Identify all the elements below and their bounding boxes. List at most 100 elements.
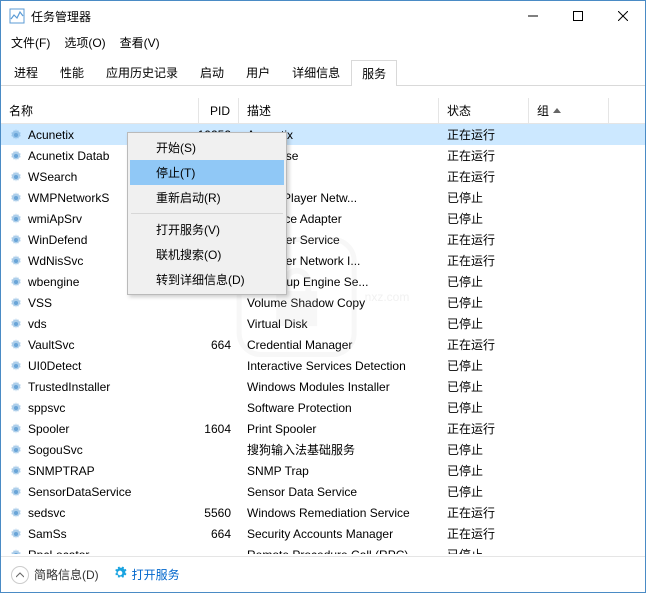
col-pid[interactable]: PID: [199, 98, 239, 123]
tab-users[interactable]: 用户: [235, 59, 281, 85]
menu-view[interactable]: 查看(V): [114, 32, 166, 53]
ctx-start[interactable]: 开始(S): [130, 135, 284, 160]
ctx-detail[interactable]: 转到详细信息(D): [130, 267, 284, 292]
gear-icon: [9, 317, 23, 331]
table-row[interactable]: Spooler1604Print Spooler正在运行: [1, 418, 645, 439]
brief-info-label: 简略信息(D): [34, 566, 99, 583]
table-row[interactable]: TrustedInstallerWindows Modules Installe…: [1, 376, 645, 397]
cell-pid: [199, 460, 239, 481]
cell-status: 正在运行: [439, 166, 529, 187]
cell-desc: Credential Manager: [239, 334, 439, 355]
cell-desc: Print Spooler: [239, 418, 439, 439]
cell-desc: SNMP Trap: [239, 460, 439, 481]
col-status[interactable]: 状态: [439, 98, 529, 123]
menu-bar: 文件(F) 选项(O) 查看(V): [1, 31, 645, 53]
close-button[interactable]: [600, 1, 645, 31]
cell-group: [529, 292, 609, 313]
gear-icon: [9, 401, 23, 415]
cell-pid: [199, 313, 239, 334]
cell-pid: 664: [199, 334, 239, 355]
cell-name: SamSs: [1, 523, 199, 544]
cell-group: [529, 481, 609, 502]
col-desc[interactable]: 描述: [239, 98, 439, 123]
table-row[interactable]: WinDefendDefender Service正在运行: [1, 229, 645, 250]
table-row[interactable]: wmiApSrvformance Adapter已停止: [1, 208, 645, 229]
table-row[interactable]: sppsvcSoftware Protection已停止: [1, 397, 645, 418]
cell-desc: Security Accounts Manager: [239, 523, 439, 544]
table-row[interactable]: vdsVirtual Disk已停止: [1, 313, 645, 334]
cell-status: 已停止: [439, 397, 529, 418]
table-row[interactable]: WSearchSearch正在运行: [1, 166, 645, 187]
minimize-button[interactable]: [510, 1, 555, 31]
tab-services[interactable]: 服务: [351, 60, 397, 86]
title-bar: 任务管理器: [1, 1, 645, 31]
tab-performance[interactable]: 性能: [49, 59, 95, 85]
table-row[interactable]: Acunetix DatabDatabase正在运行: [1, 145, 645, 166]
ctx-restart[interactable]: 重新启动(R): [130, 185, 284, 210]
table-row[interactable]: SensorDataServiceSensor Data Service已停止: [1, 481, 645, 502]
tab-details[interactable]: 详细信息: [281, 59, 351, 85]
table-row[interactable]: UI0DetectInteractive Services Detection已…: [1, 355, 645, 376]
table-row[interactable]: sedsvc5560Windows Remediation Service正在运…: [1, 502, 645, 523]
cell-status: 已停止: [439, 439, 529, 460]
cell-group: [529, 502, 609, 523]
table-row[interactable]: VaultSvc664Credential Manager正在运行: [1, 334, 645, 355]
table-row[interactable]: Acunetix10252Acunetix正在运行: [1, 124, 645, 145]
table-row[interactable]: SogouSvc搜狗输入法基础服务已停止: [1, 439, 645, 460]
gear-icon: [9, 422, 23, 436]
tab-history[interactable]: 应用历史记录: [95, 59, 189, 85]
cell-desc: Interactive Services Detection: [239, 355, 439, 376]
menu-file[interactable]: 文件(F): [5, 32, 56, 53]
cell-group: [529, 250, 609, 271]
ctx-sep-1: [131, 213, 283, 214]
cell-name: RpcLocator: [1, 544, 199, 554]
window-controls: [510, 1, 645, 31]
table-row[interactable]: SNMPTRAPSNMP Trap已停止: [1, 460, 645, 481]
cell-name: vds: [1, 313, 199, 334]
gear-icon: [9, 254, 23, 268]
window-title: 任务管理器: [31, 8, 510, 25]
maximize-button[interactable]: [555, 1, 600, 31]
cell-status: 已停止: [439, 208, 529, 229]
cell-group: [529, 166, 609, 187]
cell-status: 已停止: [439, 376, 529, 397]
tab-processes[interactable]: 进程: [3, 59, 49, 85]
cell-pid: [199, 439, 239, 460]
cell-desc: Windows Modules Installer: [239, 376, 439, 397]
gear-icon: [9, 191, 23, 205]
cell-pid: [199, 397, 239, 418]
open-services-label: 打开服务: [132, 566, 180, 583]
cell-name: SogouSvc: [1, 439, 199, 460]
tab-startup[interactable]: 启动: [189, 59, 235, 85]
column-header-row: 名称 PID 描述 状态 组: [1, 98, 645, 124]
col-group[interactable]: 组: [529, 98, 609, 123]
table-row[interactable]: RpcLocatorRemote Procedure Call (RPC)已停止: [1, 544, 645, 554]
table-row[interactable]: wbengineel Backup Engine Se...已停止: [1, 271, 645, 292]
cell-desc: Remote Procedure Call (RPC): [239, 544, 439, 554]
cell-pid: 5560: [199, 502, 239, 523]
brief-info-button[interactable]: 简略信息(D): [11, 566, 99, 584]
cell-name: UI0Detect: [1, 355, 199, 376]
table-row[interactable]: VSSVolume Shadow Copy已停止: [1, 292, 645, 313]
ctx-open[interactable]: 打开服务(V): [130, 217, 284, 242]
gear-icon: [9, 275, 23, 289]
cell-desc: Volume Shadow Copy: [239, 292, 439, 313]
cell-status: 已停止: [439, 271, 529, 292]
gear-icon: [9, 506, 23, 520]
cell-group: [529, 124, 609, 145]
table-row[interactable]: SamSs664Security Accounts Manager正在运行: [1, 523, 645, 544]
col-name[interactable]: 名称: [1, 98, 199, 123]
cell-status: 正在运行: [439, 145, 529, 166]
table-row[interactable]: WdNisSvcDefender Network I...正在运行: [1, 250, 645, 271]
cell-pid: [199, 355, 239, 376]
service-list[interactable]: Acunetix10252Acunetix正在运行Acunetix DatabD…: [1, 124, 645, 554]
gear-icon: [9, 296, 23, 310]
menu-options[interactable]: 选项(O): [58, 32, 111, 53]
ctx-search[interactable]: 联机搜索(O): [130, 242, 284, 267]
cell-status: 正在运行: [439, 334, 529, 355]
cell-status: 正在运行: [439, 124, 529, 145]
table-row[interactable]: WMPNetworkSMedia Player Netw...已停止: [1, 187, 645, 208]
cell-status: 正在运行: [439, 523, 529, 544]
open-services-link[interactable]: 打开服务: [113, 566, 180, 583]
ctx-stop[interactable]: 停止(T): [130, 160, 284, 185]
